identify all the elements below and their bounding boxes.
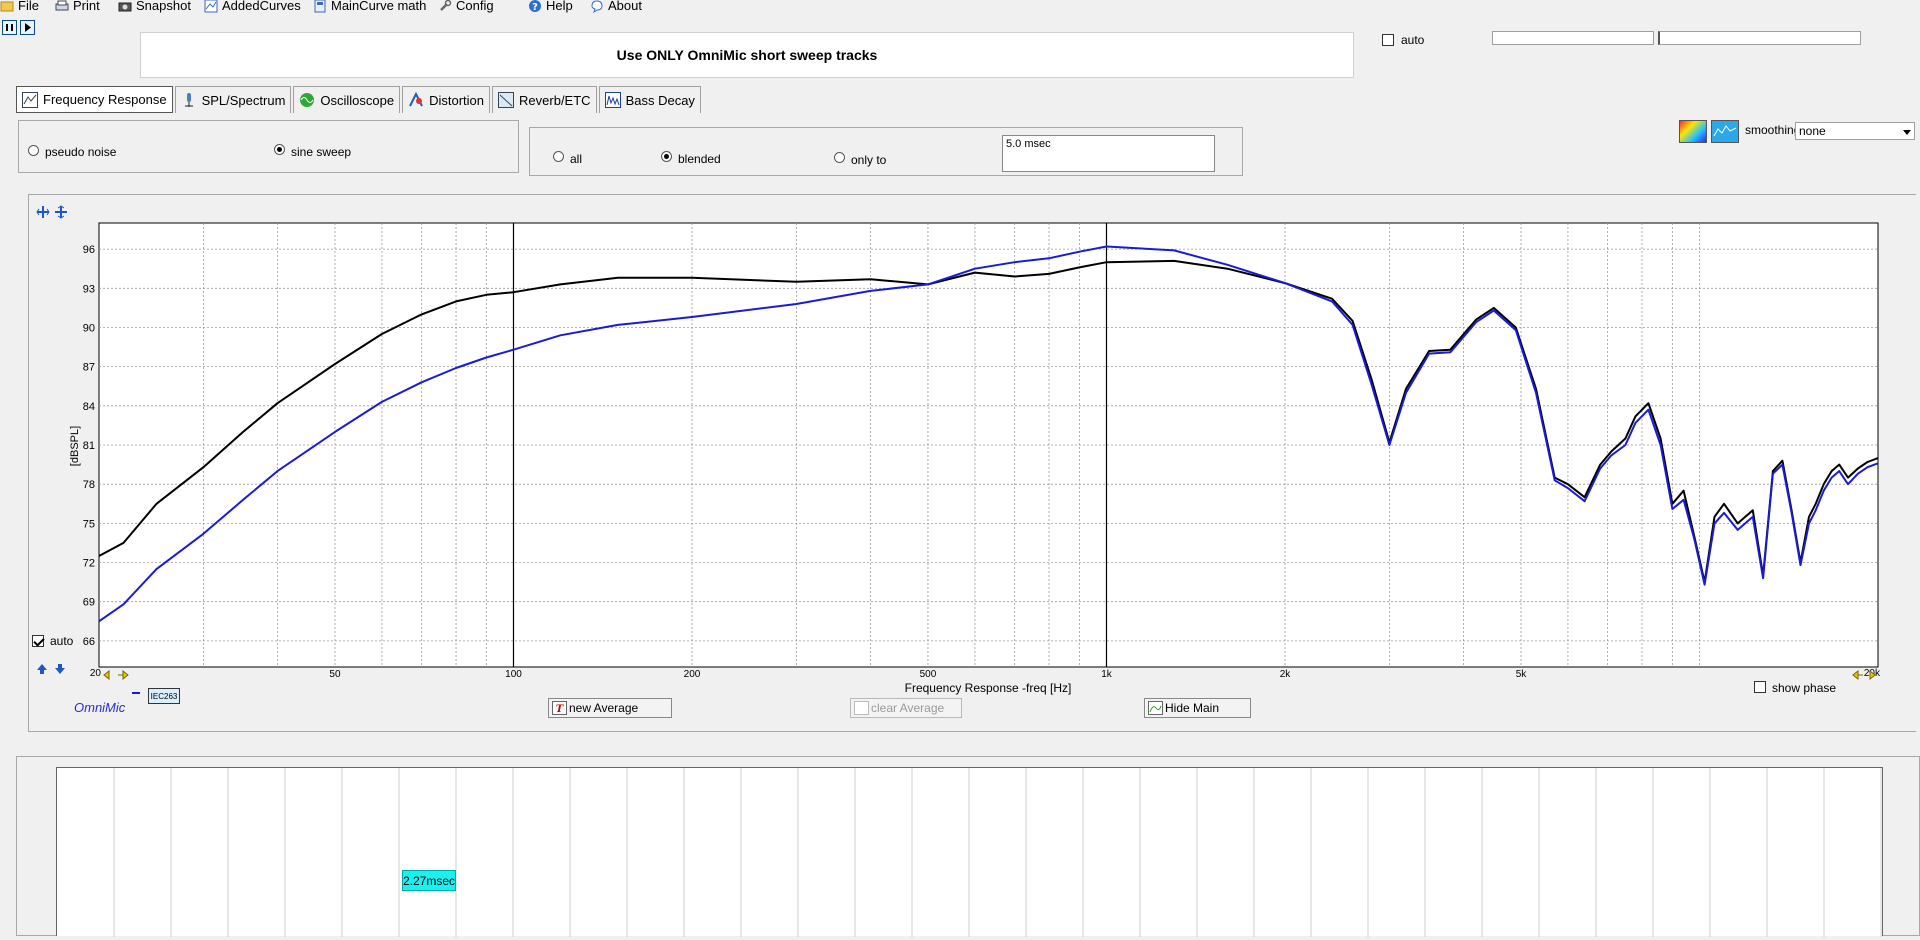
y-tick-label: 96 [83, 244, 95, 256]
y-tick-label: 87 [83, 362, 95, 374]
hide-main-icon [1148, 701, 1163, 715]
x-tick-label: 2k [1280, 669, 1292, 680]
y-tick-label: 93 [83, 283, 95, 295]
hide-main-label: Hide Main [1165, 701, 1220, 715]
legend-swatch [132, 692, 140, 694]
new-average-icon: T [552, 701, 567, 715]
x-tick-labels: 50 100 200 500 1k 2k 5k [329, 669, 1527, 680]
y-auto-checkbox[interactable] [32, 635, 44, 647]
x-tick-label: 100 [505, 669, 522, 680]
time-plot-area[interactable] [56, 767, 1883, 937]
x-tick-label: 200 [684, 669, 701, 680]
y-axis-label: [dBSPL] [69, 426, 81, 466]
x-tick-label: 5k [1516, 669, 1528, 680]
x-tick-label: 50 [329, 669, 341, 680]
x-tick-first-label: 20 [90, 668, 102, 679]
x-end-right-icon[interactable] [1866, 668, 1876, 683]
iec-badge[interactable]: IEC263 [148, 688, 180, 704]
x-tick-label: 1k [1101, 669, 1113, 680]
time-grid [113, 768, 1882, 937]
y-tick-label: 90 [83, 322, 95, 334]
y-tick-label: 72 [83, 558, 95, 570]
y-tick-label: 69 [83, 597, 95, 609]
x-scroll-left-icon[interactable] [103, 668, 113, 683]
x-axis-label: Frequency Response -freq [Hz] [905, 681, 1072, 695]
y-tick-label: 75 [83, 518, 95, 530]
y-tick-label: 78 [83, 479, 95, 491]
time-marker-tag[interactable]: 2.27msec [402, 870, 456, 891]
clear-average-label: clear Average [871, 701, 945, 715]
new-average-label: new Average [569, 701, 639, 715]
hide-main-button[interactable]: Hide Main [1144, 698, 1251, 718]
show-phase-checkbox[interactable] [1754, 681, 1766, 693]
show-phase-label: show phase [1772, 681, 1837, 695]
y-tick-label: 84 [83, 401, 95, 413]
y-tick-labels: 96 93 90 87 84 81 78 75 72 69 66 [83, 244, 95, 648]
x-scroll-right-icon[interactable] [117, 668, 129, 683]
y-scroll-up-icon[interactable] [36, 663, 48, 678]
y-tick-label: 81 [83, 440, 95, 452]
x-end-left-icon[interactable] [1852, 668, 1864, 683]
svg-text:T: T [556, 704, 565, 714]
y-scroll-down-icon[interactable] [54, 663, 66, 678]
time-marker-label: 2.27msec [402, 873, 456, 888]
y-tick-label: 66 [83, 636, 95, 648]
clear-average-button[interactable]: clear Average [850, 698, 962, 718]
x-tick-label: 500 [920, 669, 937, 680]
new-average-button[interactable]: T new Average [548, 698, 672, 718]
iec-badge-label: IEC263 [150, 691, 178, 701]
omnimic-label: OmniMic [74, 700, 126, 715]
y-auto-label: auto [50, 634, 74, 648]
clear-average-icon [854, 701, 869, 715]
